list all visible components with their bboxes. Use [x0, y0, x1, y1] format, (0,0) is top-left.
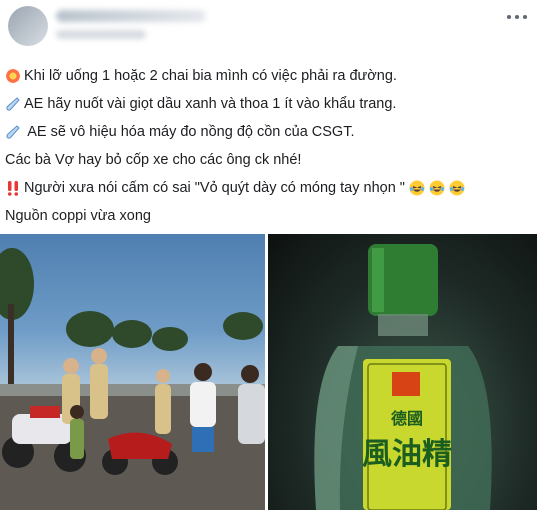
post-header — [0, 0, 537, 56]
post-line-3: AE sẽ vô hiệu hóa máy đo nồng độ cồn của… — [5, 118, 533, 146]
author-name-blurred[interactable] — [56, 10, 206, 22]
photo-grid: 德國 風油精 — [0, 234, 537, 510]
balm-bottle-photo[interactable]: 德國 風油精 — [268, 234, 537, 510]
post-line-text: Người xưa nói cấm có sai "Vỏ quýt dày có… — [24, 180, 405, 196]
double-exclamation-icon — [5, 180, 21, 196]
traffic-police-photo[interactable] — [0, 234, 265, 510]
droplet-icon — [5, 96, 21, 112]
laughing-face-icon — [409, 180, 425, 196]
bottle-label-line2: 風油精 — [362, 437, 452, 472]
bottle-label-line1: 德國 — [391, 409, 423, 428]
post-line-text: Nguồn coppi vừa xong — [5, 208, 151, 224]
more-options-icon[interactable] — [505, 8, 529, 24]
post-line-text: AE hãy nuốt vài giọt dầu xanh và thoa 1 … — [24, 96, 397, 112]
post-line-text: AE sẽ vô hiệu hóa máy đo nồng độ cồn của… — [24, 124, 355, 140]
post-line-6: Nguồn coppi vừa xong — [5, 202, 533, 230]
post-line-2: AE hãy nuốt vài giọt dầu xanh và thoa 1 … — [5, 90, 533, 118]
post-line-text: Các bà Vợ hay bỏ cốp xe cho các ông ck n… — [5, 152, 302, 168]
post-line-1: Khi lỡ uống 1 hoặc 2 chai bia mình có vi… — [5, 62, 533, 90]
collision-icon — [5, 68, 21, 84]
laughing-face-icon — [429, 180, 445, 196]
laughing-face-icon — [449, 180, 465, 196]
traffic-police-scene — [0, 248, 265, 510]
avatar[interactable] — [8, 6, 48, 46]
post-body: Khi lỡ uống 1 hoặc 2 chai bia mình có vi… — [5, 62, 533, 230]
laugh-emoji-group — [409, 180, 468, 196]
post-line-4: Các bà Vợ hay bỏ cốp xe cho các ông ck n… — [5, 146, 533, 174]
post-line-5: Người xưa nói cấm có sai "Vỏ quýt dày có… — [5, 174, 533, 202]
post-meta-blurred — [56, 30, 146, 39]
droplet-icon — [5, 124, 21, 140]
post-line-text: Khi lỡ uống 1 hoặc 2 chai bia mình có vi… — [24, 68, 397, 84]
green-oil-bottle: 德國 風油精 — [314, 244, 492, 510]
